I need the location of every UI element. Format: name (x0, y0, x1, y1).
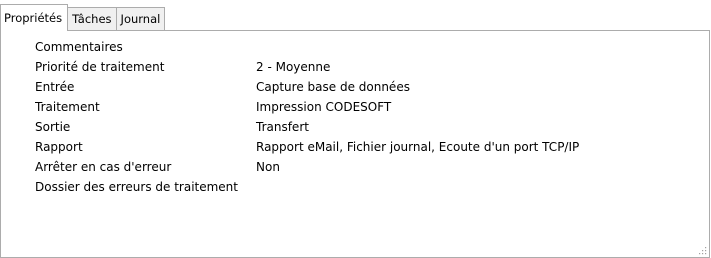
tab-strip: Propriétés Tâches Journal (0, 4, 166, 31)
property-label: Commentaires (35, 40, 123, 54)
properties-window: Propriétés Tâches Journal Commentaires P… (0, 0, 711, 258)
property-label: Dossier des erreurs de traitement (35, 180, 238, 194)
property-row-sortie: Sortie Transfert (1, 118, 709, 137)
property-value: Non (256, 160, 280, 174)
property-row-rapport: Rapport Rapport eMail, Fichier journal, … (1, 138, 709, 157)
resize-grip-icon[interactable] (697, 245, 707, 255)
property-row-dossier-erreurs: Dossier des erreurs de traitement (1, 178, 709, 197)
property-row-commentaires: Commentaires (1, 38, 709, 57)
property-value: 2 - Moyenne (256, 60, 331, 74)
tab-taches[interactable]: Tâches (67, 7, 117, 31)
property-row-arreter-erreur: Arrêter en cas d'erreur Non (1, 158, 709, 177)
tab-proprietes[interactable]: Propriétés (0, 4, 69, 31)
property-row-entree: Entrée Capture base de données (1, 78, 709, 97)
property-label: Arrêter en cas d'erreur (35, 160, 172, 174)
property-label: Rapport (35, 140, 83, 154)
property-value: Impression CODESOFT (256, 100, 392, 114)
property-label: Entrée (35, 80, 75, 94)
properties-panel: Commentaires Priorité de traitement 2 - … (0, 30, 710, 258)
property-value: Transfert (256, 120, 309, 134)
tab-journal[interactable]: Journal (115, 7, 166, 31)
property-row-priorite: Priorité de traitement 2 - Moyenne (1, 58, 709, 77)
property-value: Capture base de données (256, 80, 410, 94)
property-label: Priorité de traitement (35, 60, 165, 74)
property-value: Rapport eMail, Fichier journal, Ecoute d… (256, 140, 580, 154)
property-label: Traitement (35, 100, 100, 114)
property-row-traitement: Traitement Impression CODESOFT (1, 98, 709, 117)
property-label: Sortie (35, 120, 71, 134)
